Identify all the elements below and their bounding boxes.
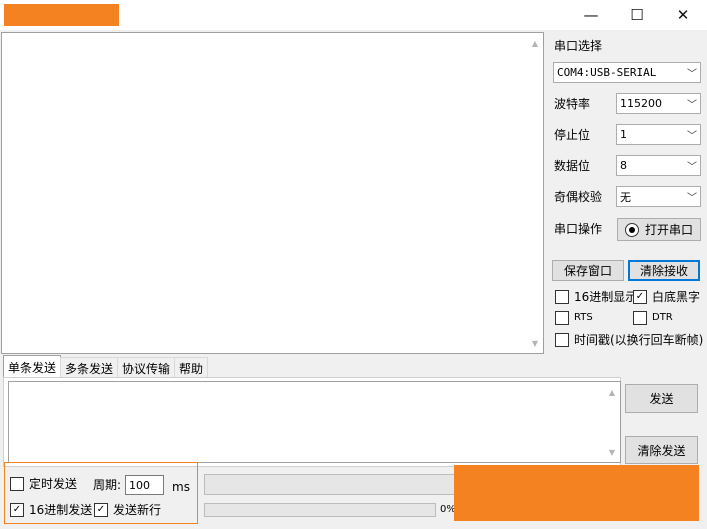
- timed-send-checkbox[interactable]: [10, 477, 24, 491]
- clear-receive-button[interactable]: 清除接收: [628, 260, 700, 281]
- databits-label: 数据位: [554, 159, 591, 173]
- baud-value: 115200: [620, 97, 662, 110]
- chevron-down-icon: ﹀: [687, 193, 697, 204]
- open-port-button[interactable]: 打开串口: [617, 218, 701, 241]
- port-value: COM4:USB-SERIAL: [557, 66, 657, 79]
- close-icon: ✕: [676, 6, 690, 24]
- chevron-down-icon: ﹀: [687, 100, 697, 111]
- hex-display-label: 16进制显示: [574, 290, 638, 304]
- baud-select[interactable]: 115200 ﹀: [616, 93, 701, 114]
- parity-select[interactable]: 无 ﹀: [616, 186, 701, 207]
- send-newline-checkbox[interactable]: ✓: [94, 503, 108, 517]
- databits-value: 8: [620, 159, 627, 172]
- rts-option[interactable]: RTS: [555, 310, 593, 326]
- tab-protocol[interactable]: 协议传输: [117, 357, 176, 378]
- dtr-option[interactable]: DTR: [633, 310, 673, 326]
- hex-send-checkbox[interactable]: ✓: [10, 503, 24, 517]
- white-bg-label: 白底黑字: [652, 290, 701, 304]
- minimize-icon: —: [583, 6, 599, 24]
- send-newline-option[interactable]: ✓ 发送新行: [94, 502, 161, 518]
- timestamp-checkbox[interactable]: [555, 333, 569, 347]
- scroll-up-icon[interactable]: ▲: [527, 35, 543, 51]
- tab-single-send[interactable]: 单条发送: [3, 355, 62, 378]
- white-bg-option[interactable]: ✓ 白底黑字: [633, 289, 700, 305]
- rts-label: RTS: [574, 312, 593, 323]
- period-label: 周期:: [93, 478, 122, 492]
- open-port-label: 打开串口: [644, 223, 693, 237]
- scroll-down-icon[interactable]: ▼: [527, 335, 543, 351]
- dtr-label: DTR: [652, 312, 673, 323]
- stopbits-label: 停止位: [554, 128, 591, 142]
- scroll-up-icon[interactable]: ▲: [604, 384, 620, 400]
- tab-help[interactable]: 帮助: [174, 357, 209, 378]
- send-tabs: 单条发送 多条发送 协议传输 帮助: [3, 355, 209, 378]
- timestamp-option[interactable]: 时间戳(以换行回车断帧): [555, 332, 703, 348]
- timestamp-label: 时间戳(以换行回车断帧): [574, 333, 704, 347]
- parity-value: 无: [620, 190, 631, 204]
- send-textarea[interactable]: ▲ ▼: [8, 381, 621, 463]
- chevron-down-icon: ﹀: [687, 69, 697, 80]
- send-scrollbar[interactable]: ▲ ▼: [604, 382, 620, 462]
- save-window-button[interactable]: 保存窗口: [552, 260, 624, 281]
- minimize-button[interactable]: —: [568, 0, 614, 30]
- stopbits-select[interactable]: 1 ﹀: [616, 124, 701, 145]
- window-title-redacted: [4, 4, 119, 26]
- period-value: 100: [129, 478, 150, 492]
- hex-display-option[interactable]: 16进制显示: [555, 289, 637, 305]
- white-bg-checkbox[interactable]: ✓: [633, 290, 647, 304]
- send-newline-label: 发送新行: [113, 503, 162, 517]
- scroll-down-icon[interactable]: ▼: [604, 444, 620, 460]
- tab-multi-send[interactable]: 多条发送: [60, 357, 119, 378]
- hex-display-checkbox[interactable]: [555, 290, 569, 304]
- databits-select[interactable]: 8 ﹀: [616, 155, 701, 176]
- period-unit: ms: [172, 480, 190, 494]
- period-input[interactable]: 100: [125, 475, 164, 495]
- hex-send-label: 16进制发送: [29, 503, 93, 517]
- close-button[interactable]: ✕: [660, 0, 706, 30]
- timed-send-label: 定时发送: [29, 477, 78, 491]
- radio-dot-icon: [624, 222, 639, 237]
- port-select[interactable]: COM4:USB-SERIAL ﹀: [553, 62, 701, 83]
- port-select-label: 串口选择: [554, 39, 603, 53]
- receive-scrollbar[interactable]: ▲ ▼: [527, 33, 543, 353]
- timed-send-option[interactable]: 定时发送: [10, 476, 77, 492]
- stopbits-value: 1: [620, 128, 627, 141]
- baud-label: 波特率: [554, 97, 591, 111]
- chevron-down-icon: ﹀: [687, 131, 697, 142]
- port-op-label: 串口操作: [554, 222, 603, 236]
- clear-send-button[interactable]: 清除发送: [625, 436, 698, 464]
- receive-textarea[interactable]: ▲ ▼: [1, 32, 544, 354]
- chevron-down-icon: ﹀: [687, 162, 697, 173]
- maximize-button[interactable]: ☐: [614, 0, 660, 30]
- file-path-field[interactable]: [204, 474, 456, 495]
- maximize-icon: ☐: [630, 6, 644, 24]
- rts-checkbox[interactable]: [555, 311, 569, 325]
- parity-label: 奇偶校验: [554, 190, 603, 204]
- redacted-area: [454, 465, 699, 521]
- hex-send-option[interactable]: ✓ 16进制发送: [10, 502, 92, 518]
- send-progress-bar: [204, 503, 436, 517]
- dtr-checkbox[interactable]: [633, 311, 647, 325]
- send-button[interactable]: 发送: [625, 384, 698, 413]
